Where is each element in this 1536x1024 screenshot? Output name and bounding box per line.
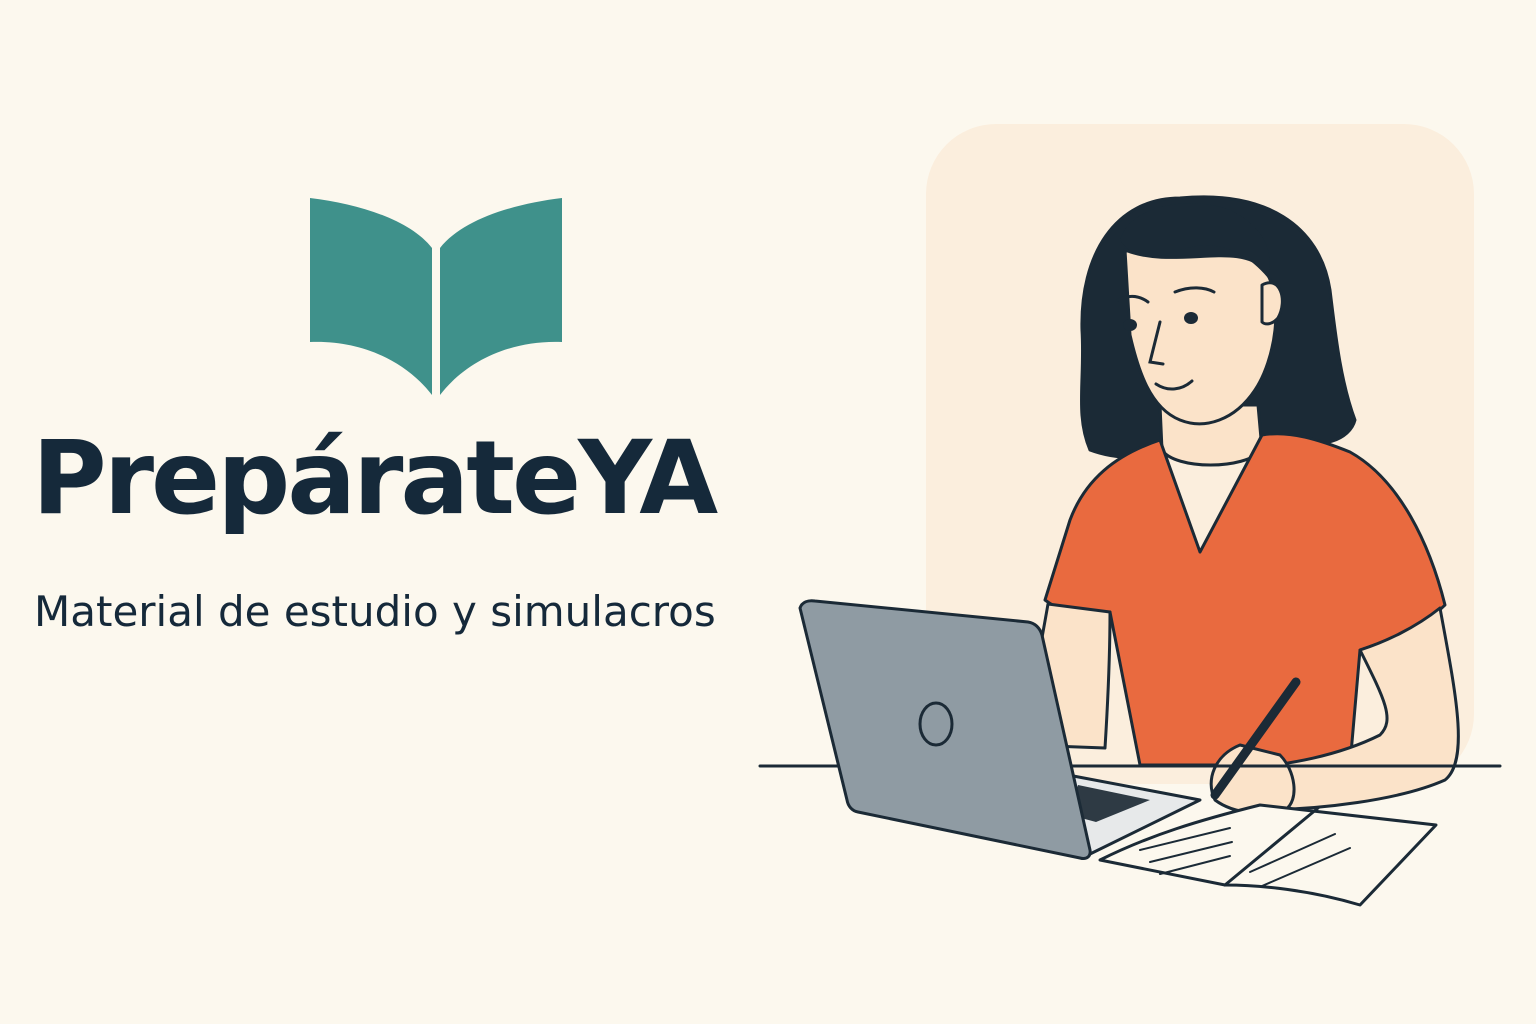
laptop-logo-icon — [918, 701, 954, 747]
right-eye — [1184, 312, 1198, 324]
left-eye — [1123, 319, 1137, 331]
brand-name: PrepárateYA — [32, 419, 718, 538]
brand-tagline: Material de estudio y simulacros — [34, 587, 716, 636]
ear — [1260, 281, 1284, 326]
hero-banner: PrepárateYA Material de estudio y simula… — [0, 0, 1536, 1024]
open-book-icon — [310, 198, 562, 395]
